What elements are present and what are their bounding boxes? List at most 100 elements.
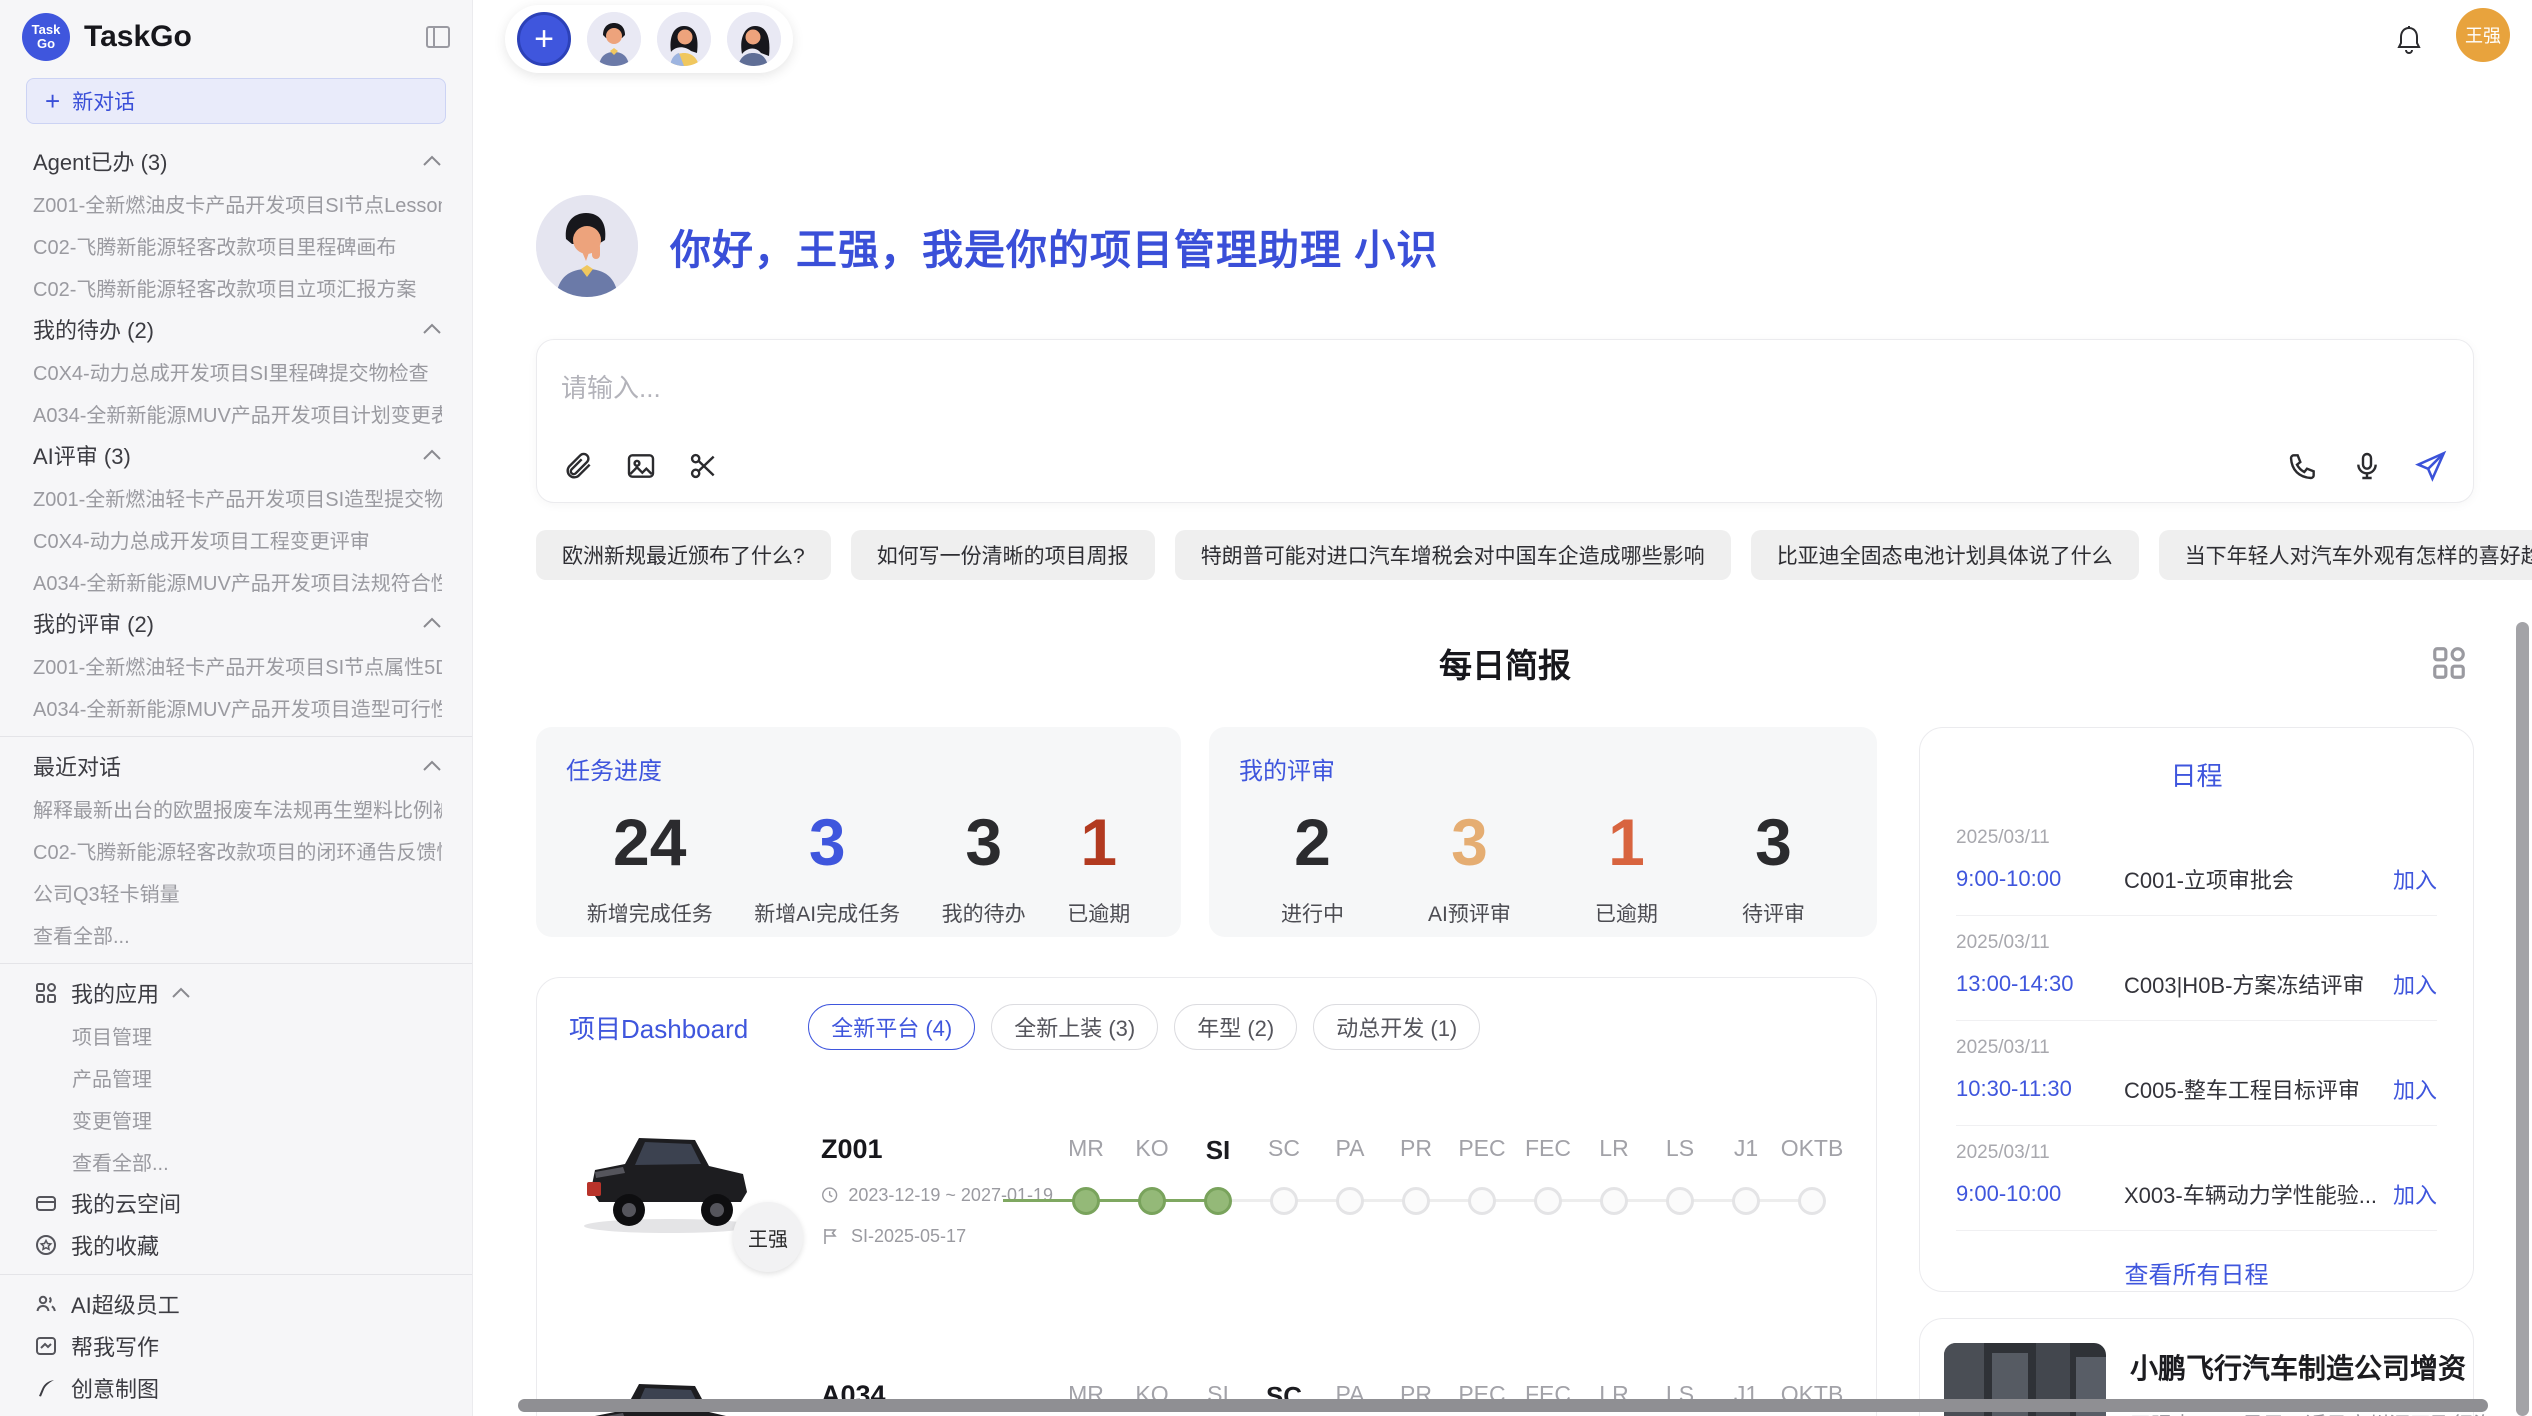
suggestion-chip[interactable]: 如何写一份清晰的项目周报 bbox=[851, 530, 1155, 580]
my-review-card: 我的评审 2 进行中 3 AI预评审 1 bbox=[1209, 727, 1877, 937]
daily-brief-header: 每日简报 bbox=[536, 636, 2474, 690]
section-my-apps[interactable]: 我的应用 bbox=[0, 972, 472, 1014]
assistant-avatar bbox=[536, 195, 638, 297]
agent-avatar[interactable] bbox=[587, 12, 641, 66]
view-all-schedule-link[interactable]: 查看所有日程 bbox=[1956, 1255, 2437, 1290]
tab-new-body[interactable]: 全新上装 (3) bbox=[991, 1004, 1158, 1050]
sidebar-item[interactable]: C0X4-动力总成开发项目SI里程碑提交物检查 bbox=[0, 350, 472, 392]
chevron-up-icon[interactable] bbox=[422, 760, 442, 772]
project-media: 王强 bbox=[569, 1090, 821, 1290]
tab-new-platform[interactable]: 全新平台 (4) bbox=[808, 1004, 975, 1050]
image-upload-icon[interactable] bbox=[623, 448, 659, 484]
agent-avatar[interactable] bbox=[727, 12, 781, 66]
sidebar-item[interactable]: Z001-全新燃油皮卡产品开发项目SI节点Lesson Learn报告 bbox=[0, 182, 472, 224]
horizontal-scrollbar[interactable] bbox=[518, 1399, 2488, 1412]
project-row[interactable]: 王强 Z001 2023-12-19 ~ 2027-01-19 SI-2025-… bbox=[569, 1084, 1844, 1296]
sidebar-item[interactable]: A034-全新新能源MUV产品开发项目计划变更表编写 bbox=[0, 392, 472, 434]
app-item-project-mgmt[interactable]: 项目管理 bbox=[0, 1014, 472, 1056]
flag-icon bbox=[821, 1226, 841, 1246]
join-link[interactable]: 加入 bbox=[2393, 1178, 2437, 1210]
schedule-name: X003-车辆动力学性能验... bbox=[2124, 1178, 2393, 1210]
layout-grid-icon[interactable] bbox=[2430, 644, 2468, 682]
stat: 3 AI预评审 bbox=[1428, 804, 1511, 928]
milestone-node[interactable]: MR bbox=[1053, 1135, 1119, 1245]
sidebar-item[interactable]: C0X4-动力总成开发项目工程变更评审 bbox=[0, 518, 472, 560]
send-icon[interactable] bbox=[2413, 448, 2449, 484]
suggestion-chip[interactable]: 比亚迪全固态电池计划具体说了什么 bbox=[1751, 530, 2139, 580]
section-my-review[interactable]: 我的评审 (2) bbox=[0, 602, 472, 644]
section-my-todo[interactable]: 我的待办 (2) bbox=[0, 308, 472, 350]
milestone-node[interactable]: PEC bbox=[1449, 1135, 1515, 1245]
chevron-up-icon[interactable] bbox=[422, 449, 442, 461]
tab-powertrain[interactable]: 动总开发 (1) bbox=[1313, 1004, 1480, 1050]
app-item-change-mgmt[interactable]: 变更管理 bbox=[0, 1098, 472, 1140]
view-all-apps-link[interactable]: 查看全部... bbox=[0, 1140, 472, 1182]
add-agent-button[interactable]: + bbox=[517, 12, 571, 66]
microphone-icon[interactable] bbox=[2349, 448, 2385, 484]
sidebar-item[interactable]: Z001-全新燃油轻卡产品开发项目SI节点属性5D文件评审 bbox=[0, 644, 472, 686]
milestone-node[interactable]: LR bbox=[1581, 1135, 1647, 1245]
writing-icon bbox=[33, 1333, 59, 1359]
milestone-node[interactable]: FEC bbox=[1515, 1135, 1581, 1245]
agent-avatar[interactable] bbox=[657, 12, 711, 66]
project-info: Z001 2023-12-19 ~ 2027-01-19 SI-2025-05-… bbox=[821, 1134, 1053, 1247]
join-link[interactable]: 加入 bbox=[2393, 863, 2437, 895]
schedule-item: 2025/03/11 10:30-11:30 C005-整车工程目标评审 加入 bbox=[1956, 1021, 2437, 1126]
composer-placeholder: 请输入... bbox=[561, 368, 2449, 405]
scissors-icon[interactable] bbox=[685, 448, 721, 484]
milestone-node[interactable]: KO bbox=[1119, 1135, 1185, 1245]
clock-icon bbox=[821, 1185, 838, 1205]
sidebar-item-ai-super-staff[interactable]: AI超级员工 bbox=[0, 1283, 472, 1325]
schedule-time: 13:00-14:30 bbox=[1956, 971, 2124, 997]
project-dates: 2023-12-19 ~ 2027-01-19 bbox=[821, 1185, 1053, 1206]
suggestion-chip[interactable]: 特朗普可能对进口汽车增税会对中国车企造成哪些影响 bbox=[1175, 530, 1731, 580]
sidebar-item-favorites[interactable]: 我的收藏 bbox=[0, 1224, 472, 1266]
vertical-scrollbar[interactable] bbox=[2516, 622, 2529, 1416]
sidebar-item[interactable]: A034-全新新能源MUV产品开发项目造型可行性评审 bbox=[0, 686, 472, 728]
milestone-node[interactable]: J1 bbox=[1713, 1135, 1779, 1245]
join-link[interactable]: 加入 bbox=[2393, 968, 2437, 1000]
recent-chat-item[interactable]: 公司Q3轻卡销量 bbox=[0, 871, 472, 913]
milestone-node[interactable]: SC bbox=[1251, 1135, 1317, 1245]
suggestion-chip[interactable]: 欧洲新规最近颁布了什么? bbox=[536, 530, 831, 580]
attachment-icon[interactable] bbox=[561, 448, 597, 484]
suggestion-chip[interactable]: 当下年轻人对汽车外观有怎样的喜好趋势 bbox=[2159, 530, 2532, 580]
sidebar-item[interactable]: A034-全新新能源MUV产品开发项目法规符合性评审 bbox=[0, 560, 472, 602]
sidebar-item[interactable]: C02-飞腾新能源轻客改款项目立项汇报方案 bbox=[0, 266, 472, 308]
divider bbox=[0, 1274, 472, 1275]
section-ai-review[interactable]: AI评审 (3) bbox=[0, 434, 472, 476]
project-dashboard-card: 项目Dashboard 全新平台 (4) 全新上装 (3) 年型 (2) 动总开… bbox=[536, 977, 1877, 1416]
recent-chat-item[interactable]: 解释最新出台的欧盟报废车法规再生塑料比例被调至15%... bbox=[0, 787, 472, 829]
sidebar-item-creative-drawing[interactable]: 创意制图 bbox=[0, 1367, 472, 1409]
sidebar-item[interactable]: Z001-全新燃油轻卡产品开发项目SI造型提交物评审 bbox=[0, 476, 472, 518]
stat: 3 我的待办 bbox=[942, 804, 1026, 928]
collapse-sidebar-icon[interactable] bbox=[426, 26, 450, 48]
dashboard-tabs: 全新平台 (4) 全新上装 (3) 年型 (2) 动总开发 (1) bbox=[808, 1004, 1480, 1050]
recent-chat-item[interactable]: C02-飞腾新能源轻客改款项目的闭环通告反馈情况 bbox=[0, 829, 472, 871]
sidebar-item-help-me-write[interactable]: 帮我写作 bbox=[0, 1325, 472, 1367]
milestone-node[interactable]: PA bbox=[1317, 1135, 1383, 1245]
tab-year-model[interactable]: 年型 (2) bbox=[1174, 1004, 1297, 1050]
section-recent-chats[interactable]: 最近对话 bbox=[0, 745, 472, 787]
sidebar-item-cloud-space[interactable]: 我的云空间 bbox=[0, 1182, 472, 1224]
user-avatar[interactable]: 王强 bbox=[2456, 8, 2510, 62]
section-agent-done[interactable]: Agent已办 (3) bbox=[0, 140, 472, 182]
voice-call-icon[interactable] bbox=[2285, 448, 2321, 484]
milestone-node[interactable]: PR bbox=[1383, 1135, 1449, 1245]
join-link[interactable]: 加入 bbox=[2393, 1073, 2437, 1105]
cloud-drive-icon bbox=[33, 1190, 59, 1216]
sidebar-item[interactable]: C02-飞腾新能源轻客改款项目里程碑画布 bbox=[0, 224, 472, 266]
chevron-up-icon[interactable] bbox=[422, 617, 442, 629]
view-all-chats-link[interactable]: 查看全部... bbox=[0, 913, 472, 955]
app-item-product-mgmt[interactable]: 产品管理 bbox=[0, 1056, 472, 1098]
quill-pen-icon bbox=[33, 1375, 59, 1401]
chevron-up-icon[interactable] bbox=[171, 987, 191, 999]
new-chat-button[interactable]: + 新对话 bbox=[26, 78, 446, 124]
milestone-node[interactable]: LS bbox=[1647, 1135, 1713, 1245]
chevron-up-icon[interactable] bbox=[422, 155, 442, 167]
milestone-node[interactable]: OKTB bbox=[1779, 1135, 1845, 1245]
chat-composer[interactable]: 请输入... bbox=[536, 339, 2474, 503]
chevron-up-icon[interactable] bbox=[422, 323, 442, 335]
milestone-node[interactable]: SI bbox=[1185, 1135, 1251, 1245]
notifications-bell-icon[interactable] bbox=[2394, 24, 2424, 56]
